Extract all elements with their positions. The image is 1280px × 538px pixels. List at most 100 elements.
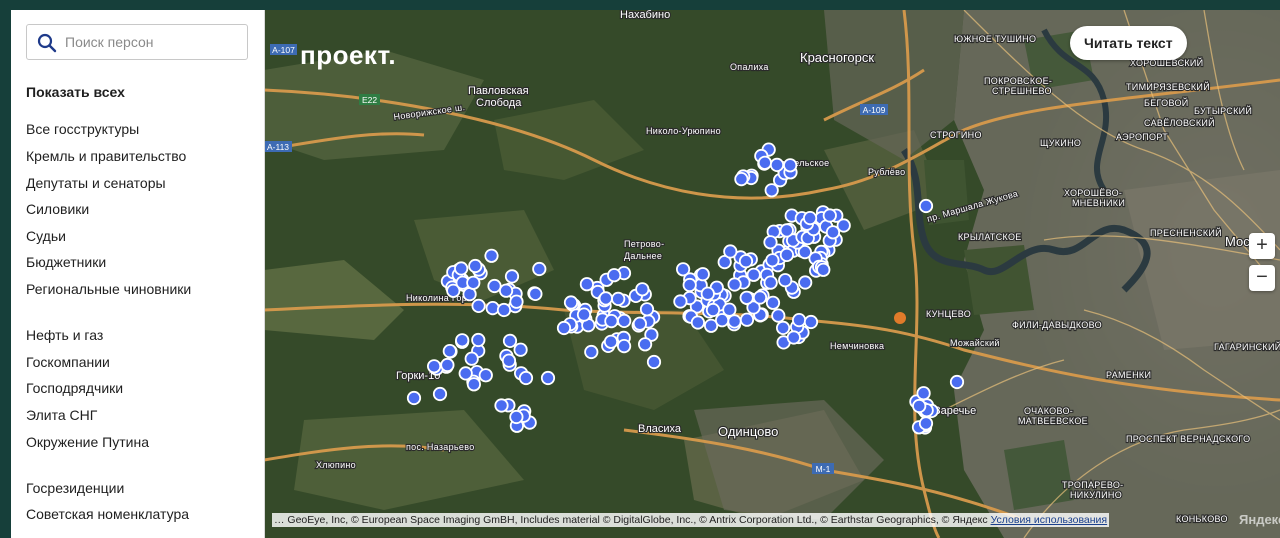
- residence-marker[interactable]: [769, 157, 785, 172]
- residence-marker[interactable]: [916, 386, 931, 401]
- residence-marker[interactable]: [673, 294, 688, 309]
- filter-putin-circle[interactable]: Окружение Путина: [26, 433, 149, 451]
- filter-oil-gas[interactable]: Нефть и газ: [26, 326, 103, 344]
- residence-marker[interactable]: [502, 333, 518, 348]
- residence-marker[interactable]: [786, 330, 801, 345]
- residence-marker[interactable]: [918, 416, 934, 431]
- residence-marker[interactable]: [802, 211, 818, 226]
- residence-marker[interactable]: [803, 314, 819, 330]
- residence-marker[interactable]: [518, 370, 534, 386]
- residence-marker[interactable]: [763, 235, 778, 250]
- filter-judges[interactable]: Судьи: [26, 227, 66, 245]
- filter-siloviki[interactable]: Силовики: [26, 200, 89, 218]
- residence-marker[interactable]: [723, 244, 738, 259]
- residence-marker[interactable]: [646, 354, 662, 370]
- residence-marker[interactable]: [635, 282, 650, 297]
- residence-marker[interactable]: [682, 277, 697, 293]
- filter-soviet-nomenklatura[interactable]: Советская номенклатура: [26, 505, 189, 523]
- residence-marker[interactable]: [779, 247, 795, 262]
- residence-marker[interactable]: [598, 291, 613, 306]
- residence-marker[interactable]: [700, 286, 715, 301]
- residence-marker[interactable]: [501, 353, 517, 368]
- residence-marker[interactable]: [509, 409, 524, 425]
- residence-marker[interactable]: [617, 313, 632, 328]
- residence-marker[interactable]: [771, 308, 786, 323]
- residence-marker[interactable]: [466, 377, 481, 392]
- residence-marker[interactable]: [695, 267, 710, 282]
- map-view[interactable]: A-107 E22 A-113 A-109 M-1 Нахабино Красн…: [264, 10, 1280, 538]
- residence-marker[interactable]: [727, 314, 742, 329]
- residence-marker[interactable]: [496, 302, 512, 318]
- residence-marker[interactable]: [918, 198, 934, 214]
- residence-marker[interactable]: [791, 312, 807, 328]
- filter-all-gov[interactable]: Все госструктуры: [26, 120, 139, 138]
- residence-marker[interactable]: [458, 366, 473, 381]
- filter-deputies-senators[interactable]: Депутаты и сенаторы: [26, 174, 166, 192]
- residence-marker[interactable]: [513, 342, 528, 357]
- residence-marker[interactable]: [468, 258, 483, 274]
- residence-marker[interactable]: [739, 312, 755, 327]
- residence-marker[interactable]: [464, 351, 479, 366]
- residence-marker[interactable]: [763, 275, 778, 290]
- residence-marker[interactable]: [487, 278, 502, 294]
- residence-marker[interactable]: [705, 302, 721, 318]
- residence-marker[interactable]: [798, 275, 813, 290]
- residence-marker[interactable]: [836, 218, 851, 233]
- filter-public-sector[interactable]: Бюджетники: [26, 253, 106, 271]
- residence-marker[interactable]: [604, 313, 619, 329]
- search-input[interactable]: [65, 31, 240, 53]
- show-all-filter[interactable]: Показать всех: [26, 83, 125, 101]
- residence-marker[interactable]: [528, 286, 543, 301]
- residence-marker[interactable]: [775, 320, 791, 335]
- residence-marker[interactable]: [752, 290, 768, 305]
- residence-marker[interactable]: [440, 357, 455, 373]
- residence-marker[interactable]: [757, 155, 772, 170]
- residence-marker[interactable]: [603, 334, 619, 349]
- residence-marker[interactable]: [822, 208, 837, 223]
- residence-marker[interactable]: [576, 307, 592, 322]
- residence-marker[interactable]: [471, 298, 486, 313]
- residence-marker[interactable]: [632, 316, 647, 331]
- residence-marker[interactable]: [466, 275, 481, 290]
- residence-marker[interactable]: [504, 269, 520, 284]
- residence-marker[interactable]: [816, 262, 831, 277]
- residence-marker[interactable]: [912, 398, 927, 414]
- residence-marker[interactable]: [783, 158, 798, 173]
- residence-marker[interactable]: [949, 374, 965, 390]
- residence-marker[interactable]: [738, 254, 754, 269]
- residence-marker[interactable]: [584, 344, 599, 360]
- residence-marker[interactable]: [639, 302, 655, 317]
- residence-marker[interactable]: [722, 302, 737, 317]
- residence-marker[interactable]: [478, 368, 493, 383]
- residence-marker[interactable]: [532, 261, 547, 277]
- residence-marker[interactable]: [556, 320, 572, 336]
- residence-marker[interactable]: [727, 277, 742, 292]
- residence-marker[interactable]: [484, 248, 499, 263]
- read-text-button[interactable]: Читать текст: [1070, 26, 1187, 60]
- residence-marker[interactable]: [563, 295, 579, 310]
- residence-marker[interactable]: [579, 277, 594, 292]
- residence-marker[interactable]: [778, 273, 793, 288]
- filter-state-companies[interactable]: Госкомпании: [26, 353, 110, 371]
- zoom-out-button[interactable]: −: [1249, 265, 1275, 291]
- residence-marker[interactable]: [765, 295, 781, 310]
- residence-marker[interactable]: [485, 300, 500, 316]
- residence-marker[interactable]: [734, 172, 749, 187]
- residence-marker[interactable]: [611, 291, 626, 306]
- residence-marker[interactable]: [690, 315, 705, 330]
- residence-marker[interactable]: [540, 370, 556, 386]
- residence-marker[interactable]: [471, 332, 486, 348]
- residence-marker[interactable]: [454, 261, 469, 276]
- residence-marker[interactable]: [607, 268, 622, 283]
- search-box[interactable]: [26, 24, 248, 60]
- residence-marker[interactable]: [442, 343, 457, 359]
- zoom-in-button[interactable]: +: [1249, 233, 1275, 259]
- filter-regional-officials[interactable]: Региональные чиновники: [26, 280, 191, 298]
- residence-marker[interactable]: [779, 223, 794, 238]
- residence-marker[interactable]: [432, 386, 448, 402]
- residence-marker[interactable]: [455, 333, 470, 348]
- residence-marker[interactable]: [746, 267, 761, 282]
- terms-link[interactable]: Условия использования: [991, 514, 1108, 526]
- residence-marker[interactable]: [509, 294, 524, 309]
- residence-marker[interactable]: [765, 253, 780, 268]
